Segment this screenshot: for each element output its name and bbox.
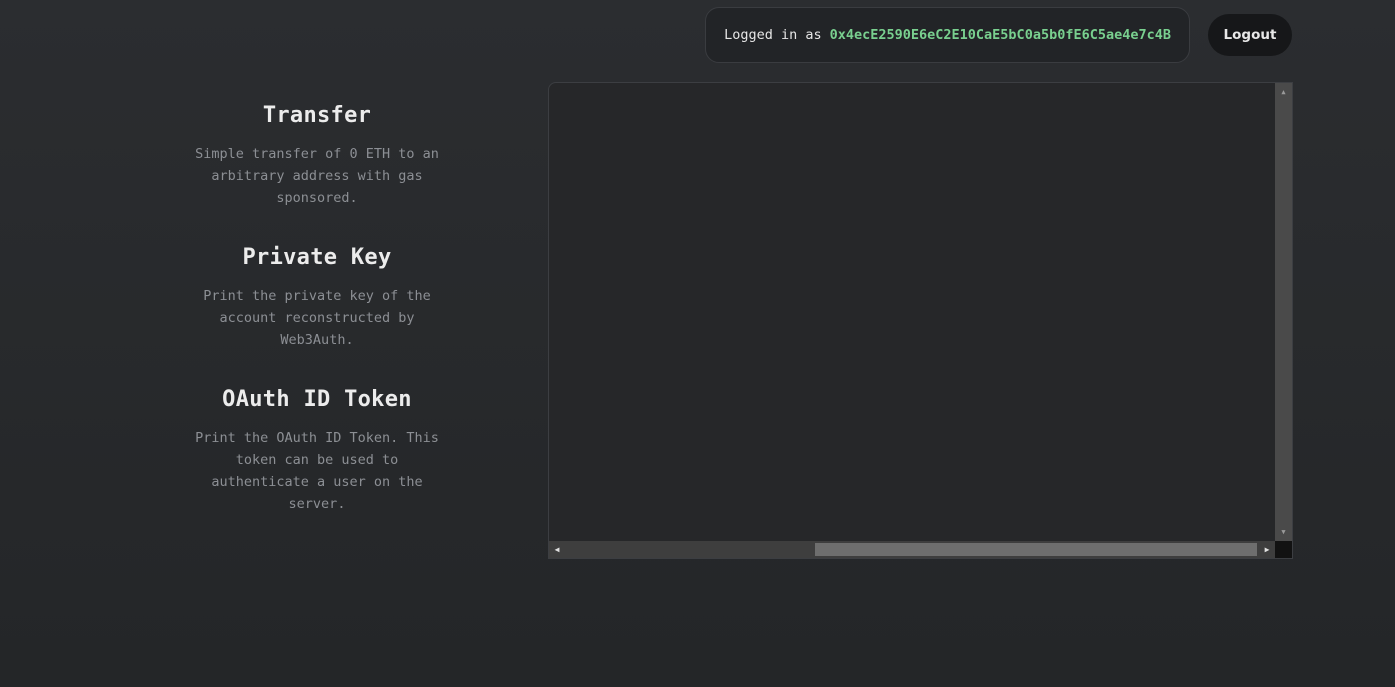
console-panel[interactable]: ▲ ▼ ◀ ▶ (548, 82, 1293, 559)
vertical-scrollbar[interactable]: ▲ ▼ (1275, 83, 1292, 541)
action-description: Print the OAuth ID Token. This token can… (195, 430, 439, 512)
action-oauth-id-token[interactable]: OAuth ID Token Print the OAuth ID Token.… (186, 387, 448, 515)
actions-list: Transfer Simple transfer of 0 ETH to an … (186, 103, 448, 551)
action-title[interactable]: OAuth ID Token (186, 387, 448, 412)
horizontal-scrollbar[interactable]: ◀ ▶ (549, 541, 1275, 558)
scrollbar-corner (1275, 541, 1292, 558)
scroll-right-icon[interactable]: ▶ (1259, 541, 1275, 558)
action-description: Simple transfer of 0 ETH to an arbitrary… (195, 146, 439, 206)
logged-in-status: Logged in as 0x4ecE2590E6eC2E10CaE5bC0a5… (705, 7, 1190, 63)
action-title[interactable]: Transfer (186, 103, 448, 128)
action-title[interactable]: Private Key (186, 245, 448, 270)
scroll-down-icon[interactable]: ▼ (1275, 525, 1292, 539)
scroll-up-icon[interactable]: ▲ (1275, 85, 1292, 99)
header: Logged in as 0x4ecE2590E6eC2E10CaE5bC0a5… (705, 7, 1292, 63)
scroll-left-icon[interactable]: ◀ (549, 541, 565, 558)
action-private-key[interactable]: Private Key Print the private key of the… (186, 245, 448, 351)
horizontal-scroll-thumb[interactable] (815, 543, 1257, 556)
logged-in-label: Logged in as (724, 27, 822, 43)
logout-button[interactable]: Logout (1208, 14, 1292, 56)
action-transfer[interactable]: Transfer Simple transfer of 0 ETH to an … (186, 103, 448, 209)
action-description: Print the private key of the account rec… (203, 288, 431, 348)
console-output[interactable] (549, 83, 1275, 541)
wallet-address: 0x4ecE2590E6eC2E10CaE5bC0a5b0fE6C5ae4e7c… (829, 27, 1171, 43)
